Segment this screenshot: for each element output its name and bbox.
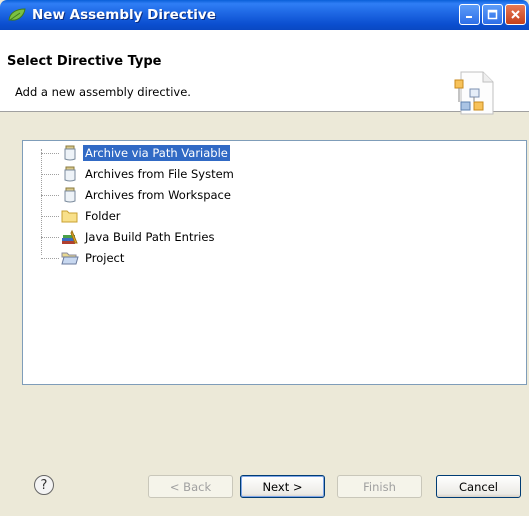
window-title: New Assembly Directive — [32, 7, 216, 23]
tree-item[interactable]: Folder — [23, 206, 323, 226]
tree-item-label: Archive via Path Variable — [83, 145, 230, 161]
tree-connector — [41, 174, 59, 175]
title-bar[interactable]: New Assembly Directive — [0, 0, 529, 30]
close-icon — [511, 10, 520, 19]
folder-icon — [61, 210, 78, 223]
jar-icon — [64, 187, 76, 203]
jar-icon — [64, 166, 76, 182]
maximize-icon — [487, 9, 498, 20]
help-button[interactable]: ? — [34, 475, 54, 495]
tree-item[interactable]: Archives from File System — [23, 164, 323, 184]
library-icon — [62, 229, 78, 244]
help-icon: ? — [40, 477, 48, 493]
tree-connector — [41, 237, 59, 238]
next-button-label: Next > — [262, 479, 303, 494]
tree-connector — [41, 216, 59, 217]
back-button-label: < Back — [169, 479, 212, 494]
cancel-button-label: Cancel — [459, 479, 498, 494]
maximize-button[interactable] — [482, 4, 503, 25]
minimize-icon — [466, 16, 472, 18]
tree-item-label: Archives from Workspace — [85, 188, 231, 202]
tree-item[interactable]: Archives from Workspace — [23, 185, 323, 205]
page-description: Add a new assembly directive. — [15, 85, 191, 99]
finish-button[interactable]: Finish — [337, 475, 422, 498]
tree-item[interactable]: Archive via Path Variable — [23, 143, 323, 163]
tree-connector — [41, 153, 59, 154]
tree-connector — [41, 258, 59, 259]
tree-item-label: Folder — [85, 209, 121, 223]
tree-item[interactable]: Java Build Path Entries — [23, 227, 323, 247]
tree-item-label: Java Build Path Entries — [85, 230, 215, 244]
open-folder-icon — [61, 252, 79, 265]
tree-connector — [41, 195, 59, 196]
minimize-button[interactable] — [459, 4, 480, 25]
directive-type-tree[interactable]: Archive via Path Variable Archives from … — [22, 140, 527, 385]
tree-item-label: Archives from File System — [85, 167, 234, 181]
cancel-button[interactable]: Cancel — [436, 475, 521, 498]
tree-item[interactable]: Project — [23, 248, 323, 268]
tree-item-label: Project — [85, 251, 125, 265]
spring-leaf-icon — [6, 4, 28, 26]
close-button[interactable] — [505, 4, 526, 25]
page-title: Select Directive Type — [7, 54, 162, 69]
window-controls — [459, 4, 526, 25]
assembly-wizard-icon — [454, 71, 494, 115]
finish-button-label: Finish — [363, 479, 396, 494]
jar-icon — [64, 145, 76, 161]
header-banner: Select Directive Type Add a new assembly… — [0, 30, 529, 115]
back-button[interactable]: < Back — [148, 475, 233, 498]
dialog-window: New Assembly Directive Select Directive … — [0, 0, 529, 516]
next-button[interactable]: Next > — [240, 475, 325, 498]
